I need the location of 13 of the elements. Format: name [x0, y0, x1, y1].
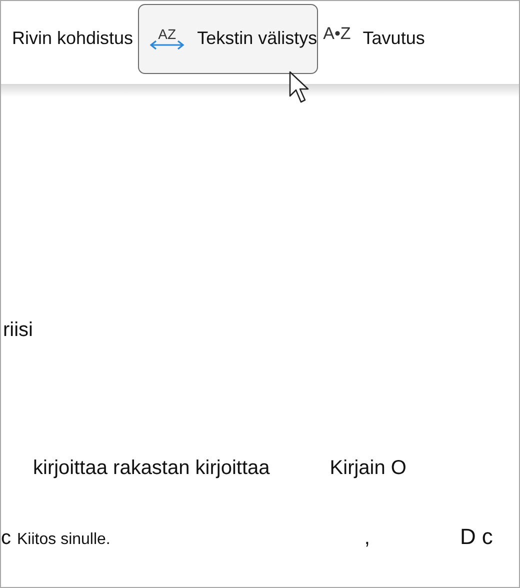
toolbar-button[interactable]: A•Z Tavutus: [318, 4, 430, 74]
hyphenation-icon: A•Z: [323, 25, 351, 42]
toolbar-button[interactable]: AZ Tekstin välistys: [138, 4, 318, 74]
document-text: c: [1, 527, 11, 550]
document-text: Kiitos sinulle.: [17, 531, 110, 549]
mouse-pointer-icon: [289, 71, 311, 105]
document-text: kirjoittaa rakastan kirjoittaa: [33, 457, 270, 480]
document-text: c: [482, 524, 493, 550]
document-text: D: [460, 524, 476, 550]
toolbar-button[interactable]: Rivin kohdistus: [7, 4, 138, 74]
document-text: riisi: [3, 319, 33, 342]
document-text: ,: [364, 527, 370, 550]
document-text: Kirjain O: [330, 457, 406, 480]
